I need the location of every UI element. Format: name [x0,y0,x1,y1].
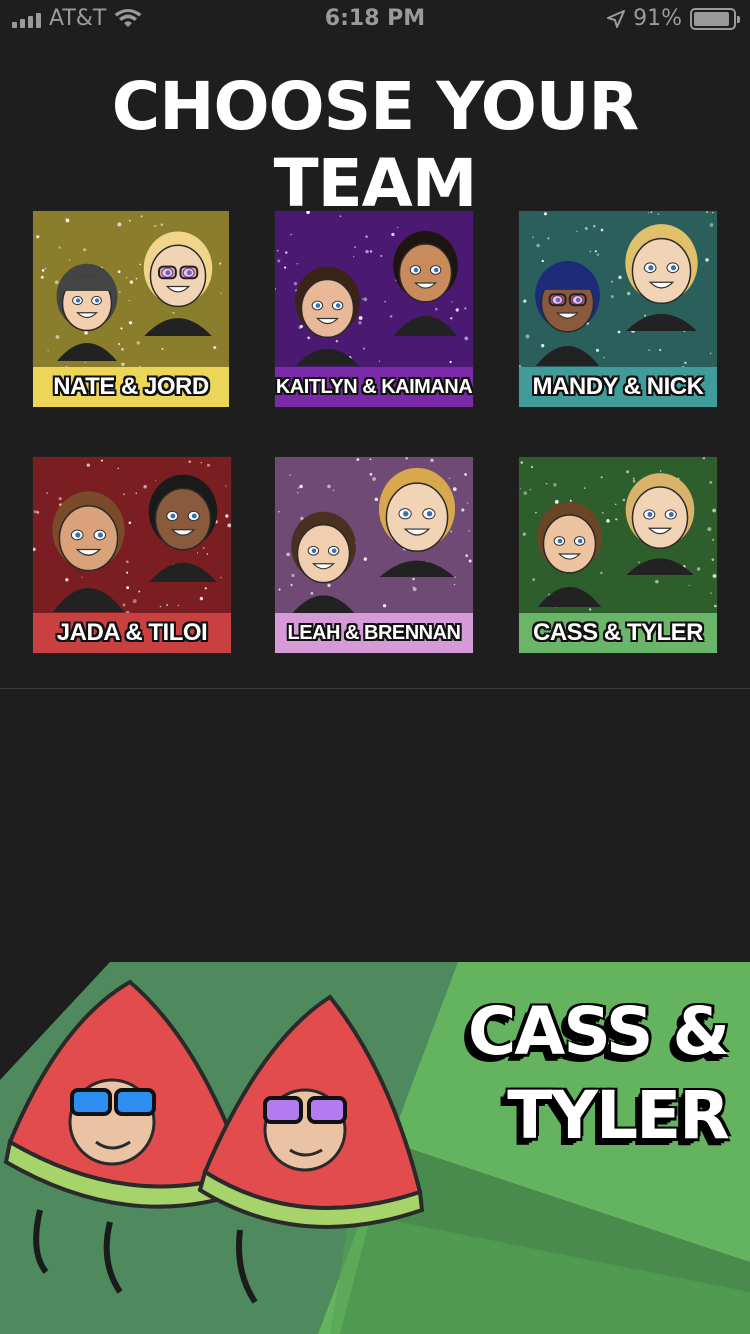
selected-team-name: CASS & TYLER [428,990,730,1158]
team-label: KAITLYN & KAIMANA [275,367,473,407]
avatar-kaimana-icon [393,230,458,336]
team-label: CASS & TYLER [519,613,717,653]
avatar-nick-icon [535,260,600,366]
team-card-nate-jord[interactable]: NATE & JORD [32,210,230,408]
team-card-leah-brennan[interactable]: LEAH & BRENNAN [274,456,474,654]
avatar-kaitlyn-icon [295,266,360,366]
avatar-leah-icon [378,467,456,577]
selected-team-line2: TYLER [507,1077,730,1154]
team-card-jada-tiloi[interactable]: JADA & TILOI [32,456,232,654]
team-card-mandy-nick[interactable]: MANDY & NICK [518,210,718,408]
selected-team-banner: CASS & TYLER [0,962,750,1334]
avatar-tyler-icon [537,501,602,607]
selected-team-line1: CASS & [467,993,730,1070]
team-card-kaitlyn-kaimana[interactable]: KAITLYN & KAIMANA [274,210,474,408]
team-label: NATE & JORD [33,367,229,407]
avatar-mandy-icon [625,224,698,331]
status-bar: AT&T 6:18 PM 91% [0,0,750,40]
team-label: JADA & TILOI [33,613,231,653]
team-label: LEAH & BRENNAN [275,613,473,653]
avatar-brennan-icon [291,511,356,614]
status-right: 91% [607,6,740,31]
battery-percent: 91% [633,6,682,31]
team-card-cass-tyler[interactable]: CASS & TYLER [518,456,718,654]
battery-fill [694,11,729,26]
avatar-cass-icon [625,473,695,575]
location-icon [607,9,626,28]
avatar-tiloi-icon [148,474,218,582]
avatar-nate-icon [56,263,118,361]
team-label: MANDY & NICK [519,367,717,407]
page-title: CHOOSE YOUR TEAM [111,68,639,222]
divider [0,688,750,689]
avatar-jada-icon [52,491,125,612]
avatar-jord-icon [143,231,213,336]
battery-icon [690,7,740,30]
